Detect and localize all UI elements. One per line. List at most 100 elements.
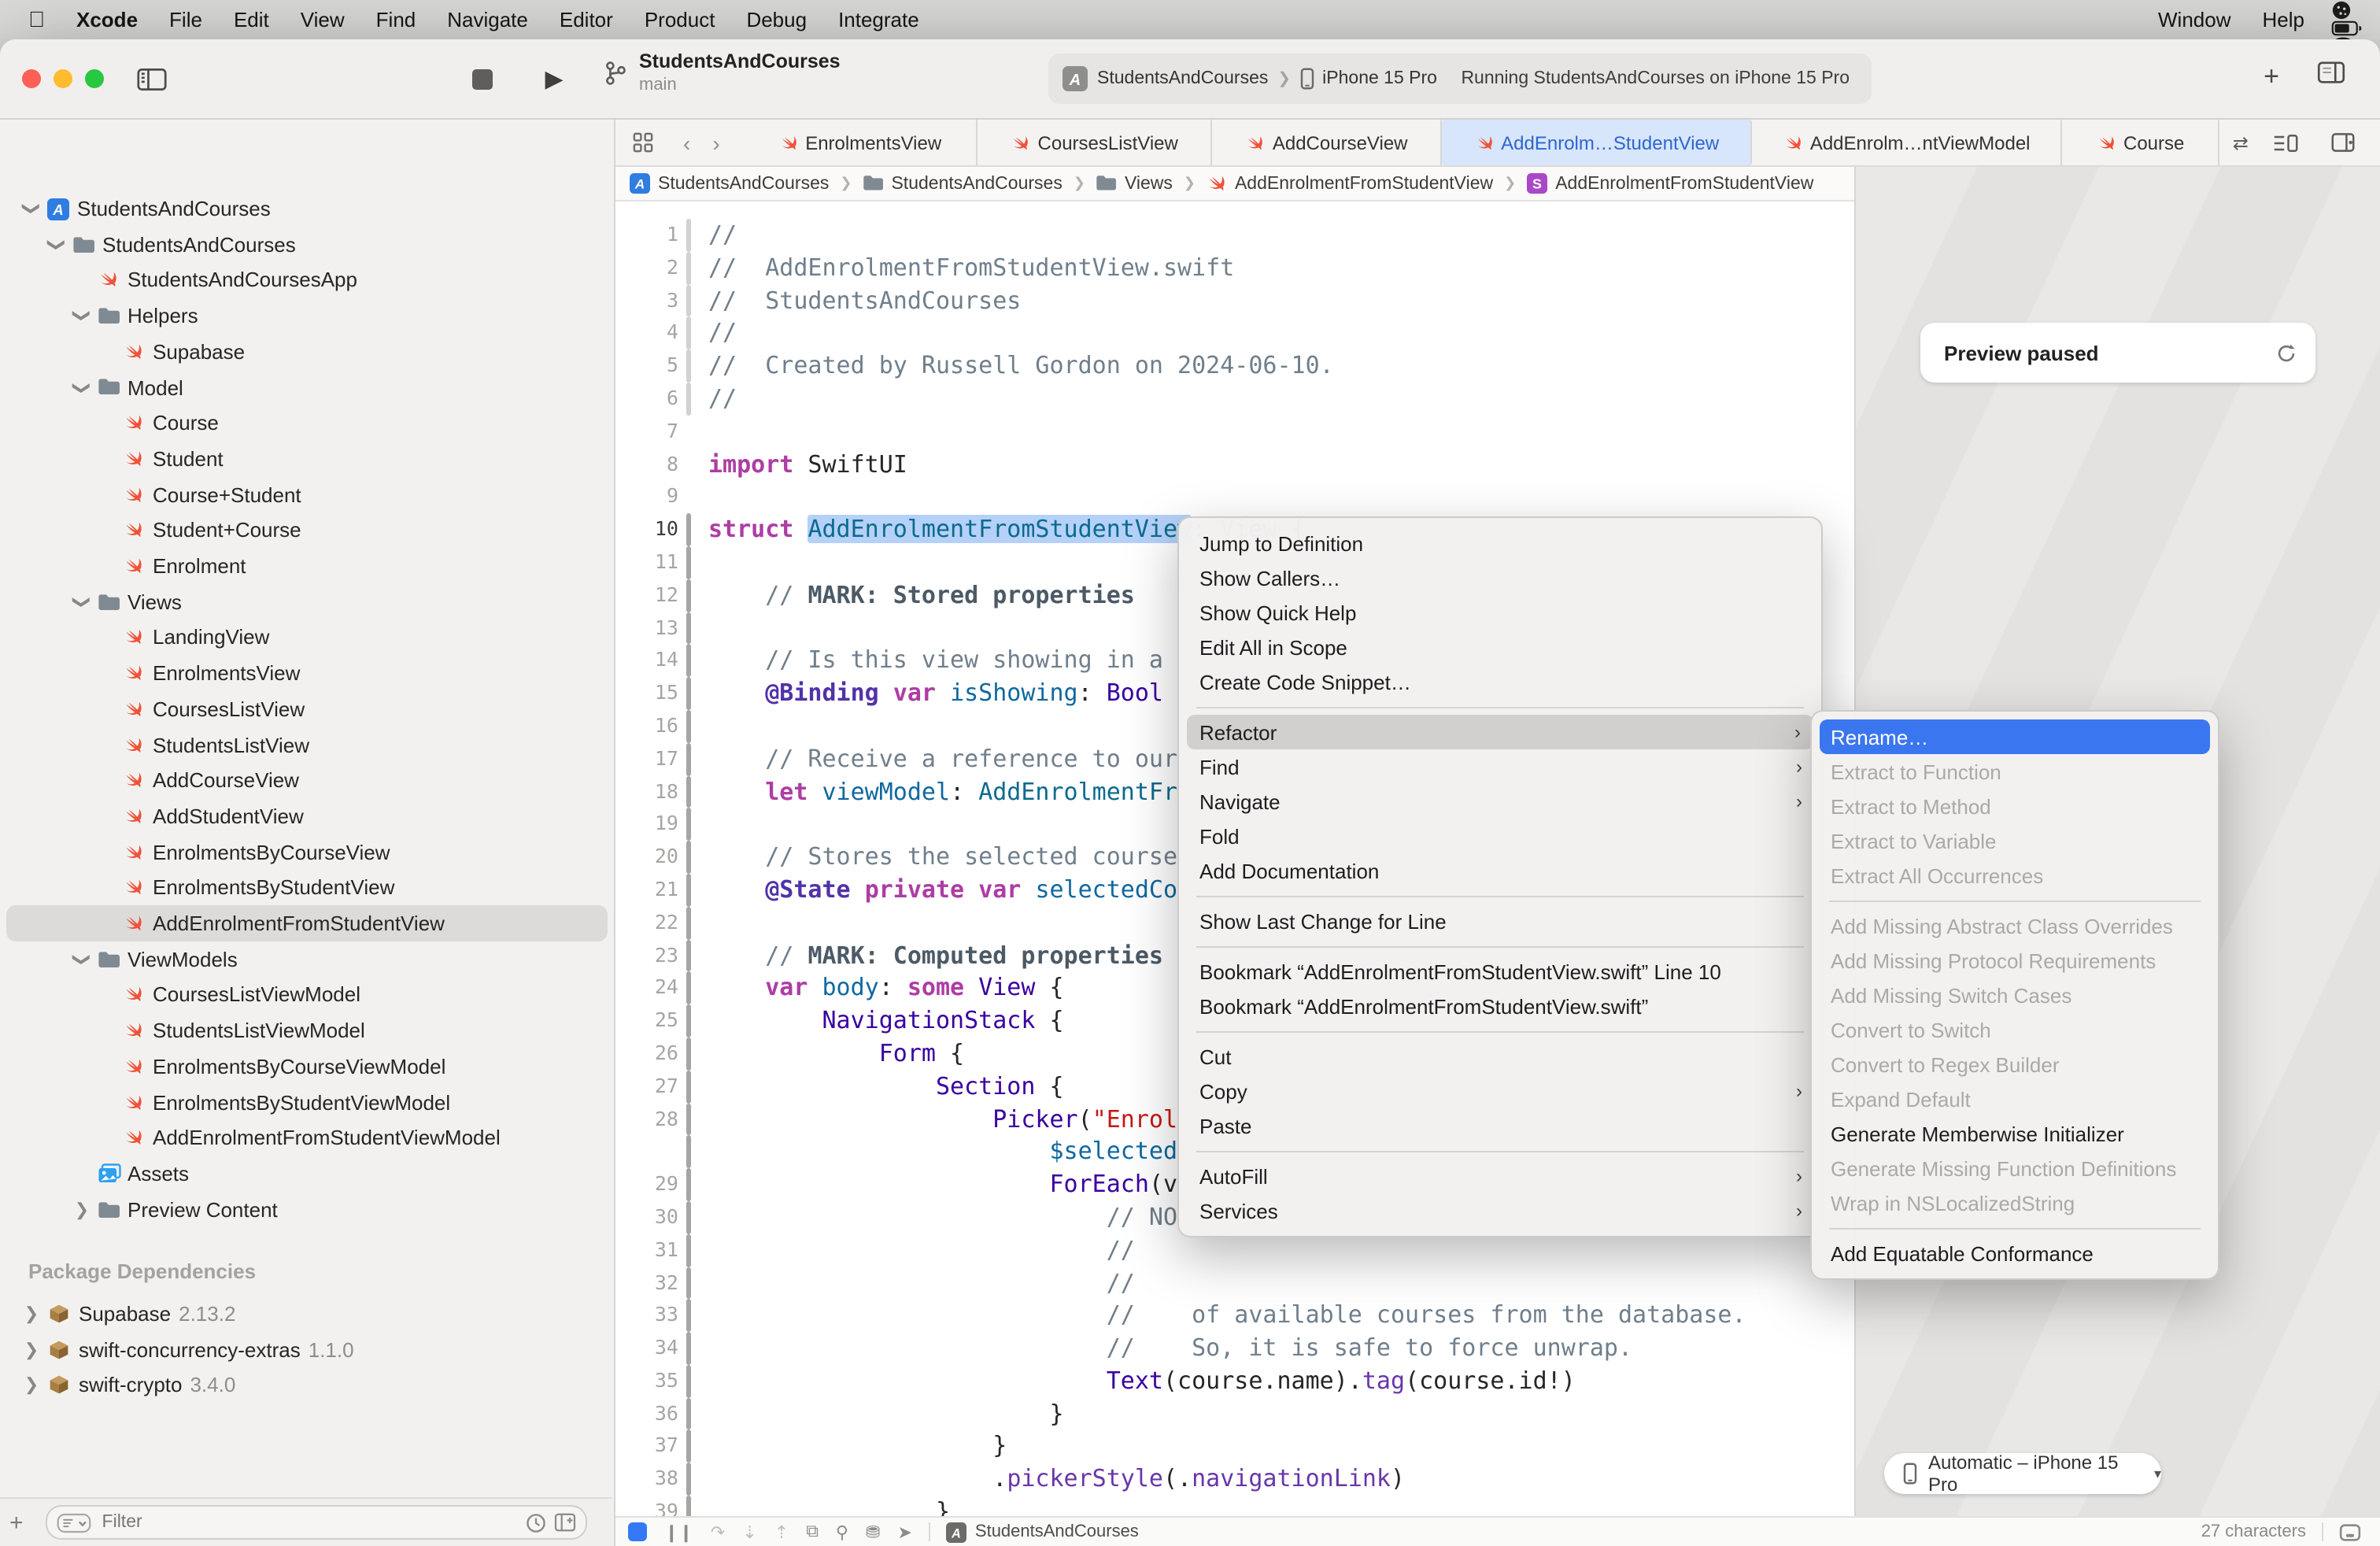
refactor-item-add-equatable-conformance[interactable]: Add Equatable Conformance: [1812, 1236, 2218, 1270]
environment-overrides-button[interactable]: ⛃: [866, 1522, 880, 1542]
refactor-item-rename-[interactable]: Rename…: [1820, 719, 2210, 754]
tree-item-enrolmentsbystudentviewmodel[interactable]: EnrolmentsByStudentViewModel: [0, 1084, 614, 1120]
menu-item-bookmark--addenrolmentfromstudentview-swift-[interactable]: Bookmark “AddEnrolmentFromStudentView.sw…: [1179, 989, 1821, 1023]
tree-item-preview-content[interactable]: ❯Preview Content: [0, 1191, 614, 1227]
menu-item-cut[interactable]: Cut: [1179, 1039, 1821, 1074]
activity-status-pill[interactable]: A StudentsAndCourses ❯ iPhone 15 Pro Run…: [1048, 54, 1872, 104]
code-line[interactable]: 4//: [615, 317, 1854, 350]
add-editor-button[interactable]: [2319, 132, 2368, 153]
tab-addenrolm-studentview[interactable]: AddEnrolm…StudentView: [1443, 120, 1753, 165]
tree-item-enrolmentsbystudentview[interactable]: EnrolmentsByStudentView: [0, 870, 614, 906]
disclosure-closed-icon[interactable]: ❯: [22, 1375, 41, 1396]
menu-item-navigate[interactable]: Navigate›: [1179, 784, 1821, 819]
tree-item-courseslistview[interactable]: CoursesListView: [0, 691, 614, 727]
tab-course[interactable]: Course: [2063, 120, 2220, 165]
step-over-button[interactable]: ↷: [711, 1522, 725, 1542]
code-line[interactable]: 34 // So, it is safe to force unwrap.: [615, 1332, 1854, 1365]
toggle-navigator-button[interactable]: [132, 60, 170, 98]
disclosure-open-icon[interactable]: ❯: [46, 235, 67, 253]
disclosure-open-icon[interactable]: ❯: [72, 949, 92, 968]
tree-item-student-course[interactable]: Student+Course: [0, 512, 614, 549]
tree-item-courseslistviewmodel[interactable]: CoursesListViewModel: [0, 977, 614, 1013]
menu-item-show-last-change-for-line[interactable]: Show Last Change for Line: [1179, 904, 1821, 938]
code-line[interactable]: 5// Created by Russell Gordon on 2024-06…: [615, 350, 1854, 383]
minimap-toggle-icon[interactable]: [2339, 1523, 2361, 1540]
tree-item-enrolmentsbycourseview[interactable]: EnrolmentsByCourseView: [0, 834, 614, 870]
code-line[interactable]: 6//: [615, 383, 1854, 416]
package-swift-crypto[interactable]: ❯swift-crypto3.4.0: [0, 1367, 614, 1404]
disclosure-open-icon[interactable]: ❯: [72, 592, 92, 611]
tree-item-supabase[interactable]: Supabase: [0, 334, 614, 370]
jump-bar[interactable]: AStudentsAndCourses❯StudentsAndCourses❯V…: [615, 167, 1854, 202]
code-line[interactable]: 32 //: [615, 1267, 1854, 1300]
tree-item-course[interactable]: Course: [0, 405, 614, 441]
menu-window[interactable]: Window: [2142, 8, 2247, 31]
package-supabase[interactable]: ❯Supabase2.13.2: [0, 1296, 614, 1332]
tree-item-studentsandcoursesapp[interactable]: StudentsAndCoursesApp: [0, 262, 614, 298]
package-swift-concurrency-extras[interactable]: ❯swift-concurrency-extras1.1.0: [0, 1331, 614, 1367]
refactor-item-generate-memberwise-initializer[interactable]: Generate Memberwise Initializer: [1812, 1116, 2218, 1151]
forward-button[interactable]: ›: [701, 130, 730, 155]
code-line[interactable]: 39 }: [615, 1496, 1854, 1518]
tree-item-addstudentview[interactable]: AddStudentView: [0, 798, 614, 834]
menu-debug[interactable]: Debug: [730, 8, 822, 31]
code-line[interactable]: 7: [615, 416, 1854, 449]
stop-button[interactable]: [463, 60, 501, 98]
code-line[interactable]: 35 Text(course.name).tag(course.id!): [615, 1365, 1854, 1398]
menu-item-services[interactable]: Services›: [1179, 1193, 1821, 1228]
preview-device-picker[interactable]: Automatic – iPhone 15 Pro ▾: [1884, 1453, 2161, 1494]
menu-item-find[interactable]: Find›: [1179, 749, 1821, 784]
tree-item-views[interactable]: ❯Views: [0, 583, 614, 620]
adjust-editor-button[interactable]: [2261, 133, 2312, 152]
code-review-button[interactable]: ⇄: [2220, 131, 2261, 153]
disclosure-open-icon[interactable]: ❯: [72, 306, 92, 325]
step-into-button[interactable]: ⇣: [742, 1522, 756, 1542]
menu-item-edit-all-in-scope[interactable]: Edit All in Scope: [1179, 630, 1821, 664]
jumpbar-item[interactable]: StudentsAndCourses: [863, 174, 1062, 193]
disclosure-open-icon[interactable]: ❯: [21, 199, 42, 218]
tree-item-studentslistviewmodel[interactable]: StudentsListViewModel: [0, 1012, 614, 1049]
tree-item-addenrolmentfromstudentviewmodel[interactable]: AddEnrolmentFromStudentViewModel: [0, 1119, 614, 1156]
step-out-button[interactable]: ⇡: [774, 1522, 789, 1542]
code-line[interactable]: 8import SwiftUI: [615, 448, 1854, 481]
tree-item-landingview[interactable]: LandingView: [0, 620, 614, 656]
battery-icon[interactable]: [2320, 20, 2380, 36]
add-file-button[interactable]: +: [9, 1509, 24, 1536]
back-button[interactable]: ‹: [672, 130, 701, 155]
menu-item-fold[interactable]: Fold: [1179, 819, 1821, 853]
tree-item-helpers[interactable]: ❯Helpers: [0, 298, 614, 334]
menu-item-paste[interactable]: Paste: [1179, 1108, 1821, 1143]
tab-enrolmentsview[interactable]: EnrolmentsView: [744, 120, 978, 165]
tree-item-viewmodels[interactable]: ❯ViewModels: [0, 941, 614, 977]
resume-preview-button[interactable]: [2276, 342, 2297, 363]
editor-options-button[interactable]: [2317, 61, 2345, 83]
debug-process-badge[interactable]: A StudentsAndCourses: [947, 1522, 1139, 1542]
recent-files-icon[interactable]: [526, 1512, 546, 1533]
menu-editor[interactable]: Editor: [544, 8, 629, 31]
tree-item-addenrolmentfromstudentview[interactable]: AddEnrolmentFromStudentView: [0, 905, 614, 941]
jumpbar-item[interactable]: AStudentsAndCourses: [630, 173, 829, 194]
tab-addenrolm-ntviewmodel[interactable]: AddEnrolm…ntViewModel: [1753, 120, 2063, 165]
menu-item-bookmark--addenrolmentfromstudentview-swift--line-10[interactable]: Bookmark “AddEnrolmentFromStudentView.sw…: [1179, 954, 1821, 989]
menu-xcode[interactable]: Xcode: [61, 8, 153, 31]
tree-item-enrolmentsbycourseviewmodel[interactable]: EnrolmentsByCourseViewModel: [0, 1049, 614, 1085]
add-item-button[interactable]: +: [2264, 61, 2279, 93]
tree-item-student[interactable]: Student: [0, 441, 614, 477]
menu-item-show-quick-help[interactable]: Show Quick Help: [1179, 595, 1821, 630]
jumpbar-item[interactable]: SAddEnrolmentFromStudentView: [1527, 173, 1813, 194]
apple-icon[interactable]: : [28, 6, 45, 31]
tree-item-addcourseview[interactable]: AddCourseView: [0, 762, 614, 798]
tree-item-course-student[interactable]: Course+Student: [0, 476, 614, 512]
tree-item-assets[interactable]: Assets: [0, 1156, 614, 1192]
simulate-location-button[interactable]: ➤: [897, 1522, 911, 1542]
menu-product[interactable]: Product: [629, 8, 731, 31]
code-line[interactable]: 1//: [615, 219, 1854, 252]
disclosure-closed-icon[interactable]: ❯: [22, 1339, 41, 1359]
menu-file[interactable]: File: [153, 8, 218, 31]
menu-find[interactable]: Find: [360, 8, 432, 31]
code-line[interactable]: 37 }: [615, 1430, 1854, 1463]
jumpbar-item[interactable]: Views: [1096, 174, 1173, 193]
filter-field[interactable]: [46, 1505, 587, 1540]
breakpoints-toggle[interactable]: [628, 1522, 647, 1541]
jumpbar-item[interactable]: AddEnrolmentFromStudentView: [1207, 173, 1493, 194]
